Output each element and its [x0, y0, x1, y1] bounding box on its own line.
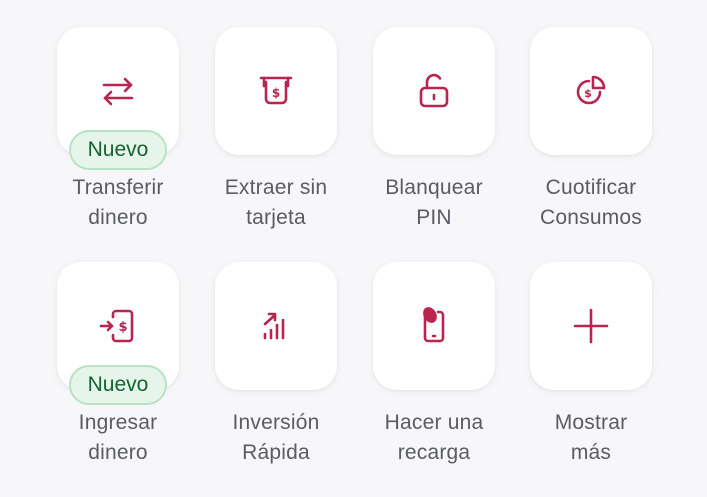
- action-cuotificar-consumos[interactable]: $ Cuotificar Consumos: [526, 27, 656, 247]
- action-extraer-sin-tarjeta[interactable]: $ Extraer sin tarjeta: [211, 27, 341, 247]
- svg-text:$: $: [584, 87, 592, 100]
- action-card[interactable]: $: [215, 27, 337, 155]
- label-line-2: recarga: [397, 441, 471, 464]
- action-label: Inversión Rápida: [201, 408, 351, 468]
- action-mostrar-mas[interactable]: Mostrar más: [526, 262, 656, 482]
- label-line-2: Rápida: [242, 441, 310, 464]
- label-line-1: Cuotificar: [545, 176, 637, 199]
- action-label: Transferir dinero: [43, 173, 193, 233]
- action-label: Mostrar más: [516, 408, 666, 468]
- action-hacer-una-recarga[interactable]: Hacer una recarga: [369, 262, 499, 482]
- label-line-2: tarjeta: [246, 206, 306, 229]
- label-line-1: Ingresar: [78, 411, 158, 434]
- new-badge: Nuevo: [69, 130, 167, 170]
- action-transferir-dinero[interactable]: Nuevo Transferir dinero: [53, 27, 183, 247]
- action-card[interactable]: $: [530, 27, 652, 155]
- label-line-2: Consumos: [540, 206, 642, 229]
- pie-money-icon: $: [576, 75, 606, 105]
- action-inversion-rapida[interactable]: Inversión Rápida: [211, 262, 341, 482]
- action-card[interactable]: [373, 262, 495, 390]
- action-card[interactable]: [215, 262, 337, 390]
- transfer-arrows-icon: [102, 77, 134, 106]
- svg-text:$: $: [272, 86, 280, 100]
- action-blanquear-pin[interactable]: Blanquear PIN: [369, 27, 499, 247]
- action-label: Extraer sin tarjeta: [201, 173, 351, 233]
- deposit-money-icon: $: [99, 309, 134, 343]
- growth-chart-icon: [263, 312, 285, 340]
- action-ingresar-dinero[interactable]: $ Nuevo Ingresar dinero: [53, 262, 183, 482]
- label-line-1: Blanquear: [385, 176, 483, 199]
- action-card[interactable]: [373, 27, 495, 155]
- label-line-2: dinero: [88, 441, 148, 464]
- action-label: Ingresar dinero: [43, 408, 193, 468]
- label-line-1: Transferir: [72, 176, 164, 199]
- action-label: Blanquear PIN: [359, 173, 509, 233]
- phone-recharge-icon: [423, 307, 445, 343]
- label-line-2: más: [570, 441, 612, 464]
- svg-text:$: $: [118, 320, 127, 335]
- label-line-1: Extraer sin: [224, 176, 328, 199]
- new-badge: Nuevo: [69, 365, 167, 405]
- unlock-icon: [419, 73, 449, 108]
- quick-actions-grid: Nuevo Transferir dinero $ Extraer sin ta…: [0, 0, 707, 497]
- label-line-1: Hacer una: [384, 411, 484, 434]
- action-label: Hacer una recarga: [359, 408, 509, 468]
- action-card[interactable]: [530, 262, 652, 390]
- label-line-1: Inversión: [232, 411, 320, 434]
- label-line-2: PIN: [416, 206, 452, 229]
- atm-cash-icon: $: [259, 76, 293, 105]
- label-line-2: dinero: [88, 206, 148, 229]
- label-line-1: Mostrar: [554, 411, 628, 434]
- action-label: Cuotificar Consumos: [516, 173, 666, 233]
- plus-icon: [573, 308, 609, 344]
